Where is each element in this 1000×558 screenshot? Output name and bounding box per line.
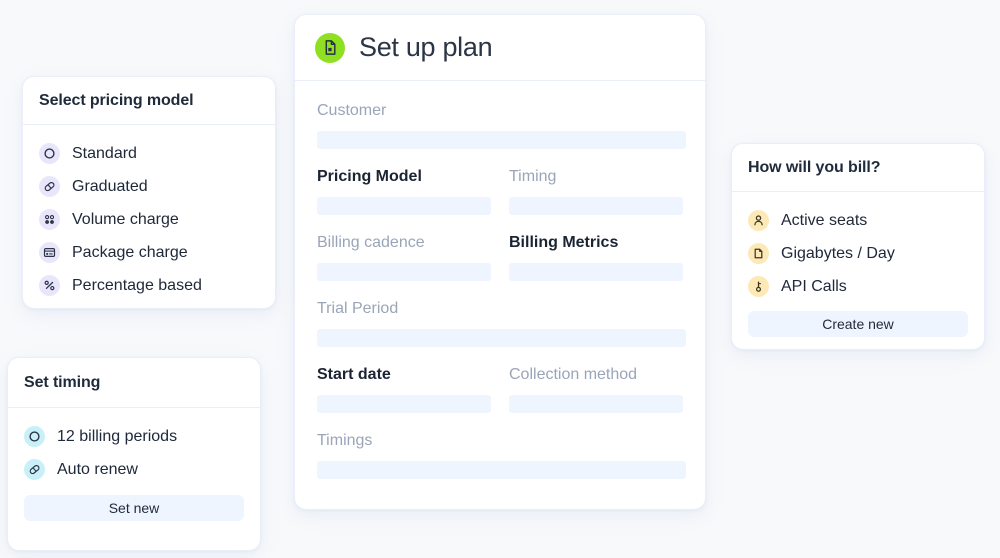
set-new-button[interactable]: Set new (24, 495, 244, 521)
package-box-icon (39, 242, 60, 263)
bill-option-active-seats[interactable]: Active seats (748, 204, 968, 237)
pricing-option-label: Standard (72, 144, 137, 162)
bill-option-label: Active seats (781, 211, 868, 229)
customer-input[interactable] (317, 131, 686, 149)
pricing-option-percentage-based[interactable]: Percentage based (39, 269, 259, 302)
field-start-date: Start date (317, 367, 491, 413)
timing-options-list: 12 billing periods Auto renew Set new (8, 408, 260, 537)
set-timing-card: Set timing 12 billing periods Auto renew… (7, 357, 261, 551)
person-icon (748, 210, 769, 231)
bill-options-list: Active seats Gigabytes / Day API Calls C… (732, 192, 984, 353)
field-label: Trial Period (317, 300, 399, 317)
pill-tilted-icon (39, 176, 60, 197)
plan-card-title: Set up plan (359, 32, 493, 62)
pricing-option-label: Graduated (72, 177, 148, 195)
pricing-card-title: Select pricing model (39, 91, 194, 109)
field-timings: Timings (317, 433, 686, 479)
pricing-card-header: Select pricing model (23, 77, 275, 125)
billing-cadence-input[interactable] (317, 263, 491, 281)
timing-input[interactable] (509, 197, 683, 215)
timing-option-label: Auto renew (57, 460, 138, 478)
pill-tilted-icon (24, 459, 45, 480)
pricing-option-package-charge[interactable]: Package charge (39, 236, 259, 269)
pricing-model-input[interactable] (317, 197, 491, 215)
trial-period-input[interactable] (317, 329, 686, 347)
timings-input[interactable] (317, 461, 686, 479)
pricing-option-graduated[interactable]: Graduated (39, 170, 259, 203)
app-canvas: Select pricing model Standard Graduated … (0, 0, 1000, 558)
four-dots-icon (39, 209, 60, 230)
field-row: Pricing Model Timing (317, 169, 683, 235)
field-label: Pricing Model (317, 168, 422, 185)
start-date-input[interactable] (317, 395, 491, 413)
field-billing-cadence: Billing cadence (317, 235, 491, 281)
percent-icon (39, 275, 60, 296)
pricing-option-volume-charge[interactable]: Volume charge (39, 203, 259, 236)
bill-option-label: API Calls (781, 277, 847, 295)
field-customer: Customer (317, 103, 686, 149)
field-trial-period: Trial Period (317, 301, 686, 347)
collection-method-input[interactable] (509, 395, 683, 413)
field-timing: Timing (509, 169, 683, 215)
bill-option-gigabytes-per-day[interactable]: Gigabytes / Day (748, 237, 968, 270)
plan-form: Customer Pricing Model Timing Billing ca… (295, 81, 705, 479)
timing-option-label: 12 billing periods (57, 427, 178, 445)
set-up-plan-card: Set up plan Customer Pricing Model Timin… (294, 14, 706, 510)
field-collection-method: Collection method (509, 367, 683, 413)
pricing-option-label: Percentage based (72, 276, 202, 294)
field-label: Timings (317, 432, 373, 449)
bill-card-header: How will you bill? (732, 144, 984, 192)
field-row: Start date Collection method (317, 367, 683, 433)
key-icon (748, 276, 769, 297)
circle-outline-icon (24, 426, 45, 447)
pricing-options-list: Standard Graduated Volume charge Package… (23, 125, 275, 316)
field-label: Collection method (509, 366, 638, 383)
bill-option-label: Gigabytes / Day (781, 244, 895, 262)
timing-card-title: Set timing (24, 373, 101, 391)
field-pricing-model: Pricing Model (317, 169, 491, 215)
bill-option-api-calls[interactable]: API Calls (748, 270, 968, 303)
field-label: Start date (317, 366, 391, 383)
field-billing-metrics: Billing Metrics (509, 235, 683, 281)
plan-card-header: Set up plan (295, 15, 705, 81)
pricing-option-label: Package charge (72, 243, 188, 261)
pricing-option-label: Volume charge (72, 210, 179, 228)
timing-option-12-billing-periods[interactable]: 12 billing periods (24, 420, 244, 453)
field-row: Billing cadence Billing Metrics (317, 235, 683, 301)
timing-option-auto-renew[interactable]: Auto renew (24, 453, 244, 486)
field-label: Billing cadence (317, 234, 425, 251)
field-label: Customer (317, 102, 387, 119)
circle-outline-icon (39, 143, 60, 164)
bill-card-title: How will you bill? (748, 158, 881, 176)
billing-metrics-input[interactable] (509, 263, 683, 281)
pricing-option-standard[interactable]: Standard (39, 137, 259, 170)
file-box-icon (748, 243, 769, 264)
create-new-button[interactable]: Create new (748, 311, 968, 337)
select-pricing-model-card: Select pricing model Standard Graduated … (22, 76, 276, 309)
document-icon (315, 32, 345, 63)
field-label: Billing Metrics (509, 234, 619, 251)
timing-card-header: Set timing (8, 358, 260, 408)
field-label: Timing (509, 168, 557, 185)
how-will-you-bill-card: How will you bill? Active seats Gigabyte… (731, 143, 985, 350)
